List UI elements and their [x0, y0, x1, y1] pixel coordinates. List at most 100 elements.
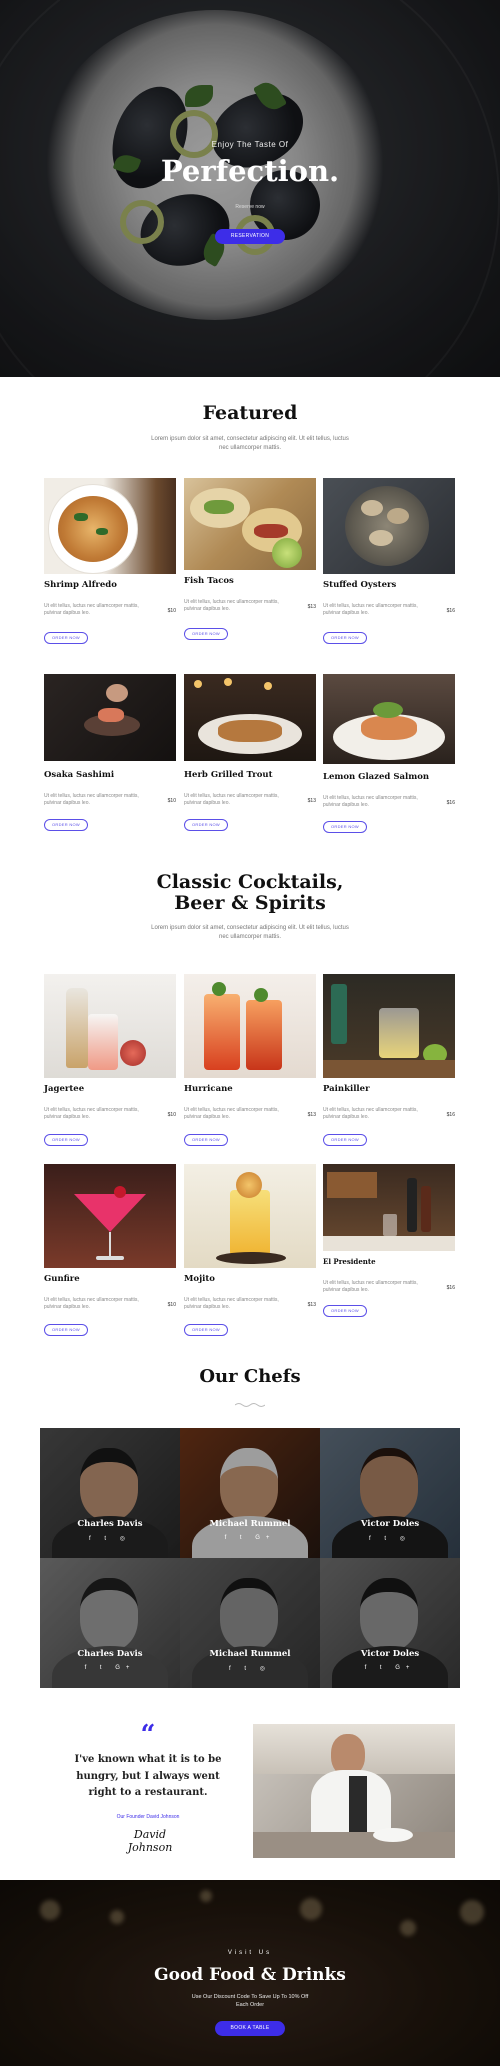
- order-now-button[interactable]: ORDER NOW: [44, 632, 88, 644]
- herb-grilled-trout-image: [184, 674, 316, 761]
- drink-item-description: Ut elit tellus, luctus nec ullamcorper m…: [44, 1107, 139, 1120]
- gunfire-image: [44, 1164, 176, 1268]
- menu-item-name: Herb Grilled Trout: [184, 770, 273, 780]
- testimonial-quote: I've known what it is to be hungry, but …: [74, 1754, 222, 1798]
- chef-card: Victor Doles f t G+: [320, 1558, 460, 1688]
- osaka-sashimi-image: [44, 674, 176, 761]
- chef-name: Charles Davis: [77, 1519, 143, 1529]
- order-now-button[interactable]: ORDER NOW: [184, 1324, 228, 1336]
- drink-item-name: Painkiller: [323, 1084, 370, 1094]
- drink-item-name: El Presidente: [323, 1257, 376, 1266]
- menu-item-price: $16: [446, 800, 455, 806]
- chefs-title: Our Chefs: [199, 1366, 301, 1387]
- drink-item-description: Ut elit tellus, luctus nec ullamcorper m…: [184, 1297, 279, 1310]
- hurricane-image: [184, 974, 316, 1078]
- chef-name: Michael Rummel: [209, 1649, 291, 1659]
- menu-item-name: Lemon Glazed Salmon: [323, 772, 430, 782]
- fish-tacos-image: [184, 478, 316, 570]
- jagertee-image: [44, 974, 176, 1078]
- cocktails-title-line1: Classic Cocktails,: [156, 871, 344, 893]
- stuffed-oysters-image: [323, 478, 455, 574]
- cta-kicker: Visit Us: [227, 1950, 273, 1956]
- chef-card: Michael Rummel f t ◎: [180, 1558, 320, 1688]
- chef-social-icons[interactable]: f t G+: [40, 1665, 180, 1671]
- chef-social-icons[interactable]: f t ◎: [40, 1535, 180, 1542]
- order-now-button[interactable]: ORDER NOW: [44, 819, 88, 831]
- menu-item-description: Ut elit tellus, luctus nec ullamcorper m…: [323, 603, 418, 616]
- cta-title: Good Food & Drinks: [154, 1965, 346, 1985]
- chef-social-icons[interactable]: f t G+: [180, 1535, 320, 1541]
- drink-item-price: $13: [307, 1302, 316, 1308]
- order-now-button[interactable]: ORDER NOW: [184, 628, 228, 640]
- hero-section: [0, 0, 500, 377]
- order-now-button[interactable]: ORDER NOW: [44, 1324, 88, 1336]
- book-table-button[interactable]: BOOK A TABLE: [215, 2021, 285, 2036]
- order-now-button[interactable]: ORDER NOW: [323, 632, 367, 644]
- painkiller-image: [323, 974, 455, 1078]
- drink-item-name: Jagertee: [44, 1084, 85, 1094]
- menu-item-price: $10: [167, 608, 176, 614]
- lemon-glazed-salmon-image: [323, 674, 455, 764]
- menu-item-name: Stuffed Oysters: [323, 580, 397, 590]
- chef-card: Charles Davis f t ◎: [40, 1428, 180, 1558]
- mojito-image: [184, 1164, 316, 1268]
- chef-name: Michael Rummel: [209, 1519, 291, 1529]
- chef-social-icons[interactable]: f t ◎: [180, 1665, 320, 1672]
- chef-name: Charles Davis: [77, 1649, 143, 1659]
- chef-name: Victor Doles: [360, 1519, 420, 1529]
- chef-name: Victor Doles: [360, 1649, 420, 1659]
- drink-item-price: $13: [307, 1112, 316, 1118]
- drink-item-price: $16: [446, 1112, 455, 1118]
- order-now-button[interactable]: ORDER NOW: [323, 821, 367, 833]
- order-now-button[interactable]: ORDER NOW: [323, 1134, 367, 1146]
- cocktails-title-line2: Beer & Spirits: [174, 892, 326, 914]
- menu-item-name: Shrimp Alfredo: [44, 580, 117, 590]
- featured-title: Featured: [202, 402, 298, 424]
- hero-title: Perfection.: [160, 154, 340, 188]
- chef-card: Victor Doles f t ◎: [320, 1428, 460, 1558]
- menu-item-price: $13: [307, 798, 316, 804]
- order-now-button[interactable]: ORDER NOW: [184, 1134, 228, 1146]
- drink-item-name: Mojito: [184, 1274, 215, 1284]
- chef-plating-image: [253, 1724, 455, 1858]
- drink-item-description: Ut elit tellus, luctus nec ullamcorper m…: [323, 1107, 418, 1120]
- drink-item-price: $10: [167, 1302, 176, 1308]
- drink-item-name: Gunfire: [44, 1274, 80, 1284]
- shrimp-alfredo-image: [44, 478, 176, 574]
- menu-item-description: Ut elit tellus, luctus nec ullamcorper m…: [184, 793, 279, 806]
- cocktails-title: Classic Cocktails, Beer & Spirits: [0, 872, 500, 914]
- drink-item-price: $10: [167, 1112, 176, 1118]
- menu-item-price: $16: [446, 608, 455, 614]
- chef-card: Michael Rummel f t G+: [180, 1428, 320, 1558]
- menu-item-price: $10: [167, 798, 176, 804]
- chef-social-icons[interactable]: f t G+: [320, 1665, 460, 1671]
- chef-social-icons[interactable]: f t ◎: [320, 1535, 460, 1542]
- order-now-button[interactable]: ORDER NOW: [184, 819, 228, 831]
- hero-subtitle: Reserve now: [235, 204, 265, 210]
- signature: David Johnson: [127, 1828, 173, 1854]
- hero-kicker: Enjoy The Taste Of: [211, 140, 289, 149]
- menu-item-description: Ut elit tellus, luctus nec ullamcorper m…: [44, 603, 139, 616]
- cocktails-description: Lorem ipsum dolor sit amet, consectetur …: [151, 925, 349, 940]
- quote-icon: “: [140, 1720, 156, 1750]
- drink-item-description: Ut elit tellus, luctus nec ullamcorper m…: [323, 1280, 418, 1293]
- menu-item-name: Fish Tacos: [184, 576, 234, 586]
- menu-item-name: Osaka Sashimi: [44, 770, 115, 780]
- featured-description: Lorem ipsum dolor sit amet, consectetur …: [151, 436, 349, 451]
- order-now-button[interactable]: ORDER NOW: [44, 1134, 88, 1146]
- cta-description: Use Our Discount Code To Save Up To 10% …: [191, 1994, 309, 2008]
- menu-item-price: $13: [307, 604, 316, 610]
- order-now-button[interactable]: ORDER NOW: [323, 1305, 367, 1317]
- drink-item-price: $16: [446, 1285, 455, 1291]
- drink-item-name: Hurricane: [184, 1084, 233, 1094]
- chef-card: Charles Davis f t G+: [40, 1558, 180, 1688]
- menu-item-description: Ut elit tellus, luctus nec ullamcorper m…: [184, 599, 279, 612]
- drink-item-description: Ut elit tellus, luctus nec ullamcorper m…: [44, 1297, 139, 1310]
- menu-item-description: Ut elit tellus, luctus nec ullamcorper m…: [323, 795, 418, 808]
- testimonial-author: Our Founder David Johnson: [116, 1814, 180, 1820]
- menu-item-description: Ut elit tellus, luctus nec ullamcorper m…: [44, 793, 139, 806]
- reservation-button[interactable]: RESERVATION: [215, 229, 285, 244]
- drink-item-description: Ut elit tellus, luctus nec ullamcorper m…: [184, 1107, 279, 1120]
- el-presidente-image: [323, 1164, 455, 1251]
- wave-divider-icon: [235, 1403, 265, 1407]
